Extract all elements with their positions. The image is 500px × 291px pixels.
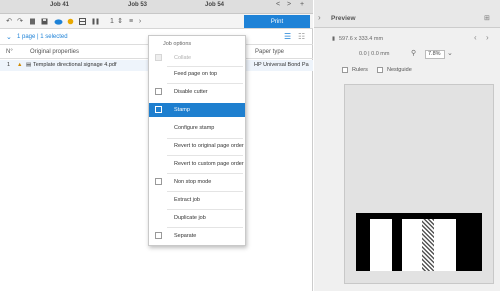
job-paper-type: HP Universal Bond Pa — [254, 62, 309, 68]
menu-item-disable-cutter[interactable]: Disable cutter — [149, 85, 245, 99]
preview-white-panel — [434, 219, 456, 271]
copies-stepper-icon[interactable]: ⇕ — [117, 17, 123, 25]
menu-item-duplicate-job[interactable]: Duplicate job — [149, 211, 245, 225]
tab-job-54[interactable]: Job 54 — [205, 2, 224, 8]
menu-item-label: Configure stamp — [174, 125, 215, 131]
warning-icon: ▲ — [17, 62, 23, 68]
tab-prev-icon[interactable]: < — [276, 1, 280, 8]
menu-item-label: Revert to original page order — [174, 143, 244, 149]
menu-item-separate[interactable]: Separate — [149, 229, 245, 243]
menu-item-collate[interactable]: Collate — [149, 51, 245, 65]
preview-header: › Preview ⊞ — [314, 0, 500, 28]
menu-item-configure-stamp[interactable]: Configure stamp — [149, 121, 245, 135]
menu-item-label: Revert to custom page order — [174, 161, 244, 167]
menu-divider — [167, 191, 243, 192]
menu-item-label: Feed page on top — [174, 71, 218, 77]
tab-next-icon[interactable]: > — [287, 1, 291, 8]
cloud-icon[interactable] — [53, 17, 63, 25]
print-button[interactable]: Print — [244, 15, 310, 28]
menu-item-label: Extract job — [174, 197, 200, 203]
layout-icon[interactable] — [78, 17, 86, 25]
collapse-chevron-icon[interactable]: ⌄ — [6, 33, 12, 41]
menu-divider — [167, 173, 243, 174]
zoom-select[interactable]: 7.8% — [425, 50, 445, 59]
preview-canvas[interactable] — [344, 84, 494, 284]
menu-item-feed-page-on-top[interactable]: Feed page on top — [149, 67, 245, 81]
menu-item-label: Duplicate job — [174, 215, 206, 221]
checkbox-icon — [155, 54, 162, 61]
job-filename: Template directional signage 4.pdf — [33, 62, 117, 68]
undo-icon[interactable]: ↶ — [5, 17, 13, 25]
nesting-checkbox[interactable] — [377, 67, 383, 73]
rulers-checkbox[interactable] — [342, 67, 348, 73]
preview-hatched-gap — [422, 219, 434, 271]
checkbox-icon — [155, 232, 162, 239]
column-original-properties: Original properties — [30, 49, 80, 55]
menu-title: Job options — [163, 41, 192, 47]
list-view-icon[interactable]: ☰ — [284, 32, 291, 41]
menu-item-stamp[interactable]: Stamp — [149, 103, 245, 117]
checkbox-icon — [155, 106, 162, 113]
media-size-text: 597.6 x 333.4 mm — [339, 36, 384, 42]
add-file-icon[interactable] — [28, 17, 36, 25]
page-selection-text: 1 page | 1 selected — [17, 34, 68, 40]
menu-item-label: Disable cutter — [174, 89, 208, 95]
tab-job-41[interactable]: Job 41 — [50, 2, 69, 8]
menu-item-non-stop-mode[interactable]: Non stop mode — [149, 175, 245, 189]
list-icon[interactable]: ≡ — [127, 17, 135, 25]
rulers-label: Rulers — [352, 67, 368, 73]
columns-icon[interactable] — [91, 17, 99, 25]
media-icon: ▮ — [332, 36, 336, 42]
job-tab-bar: Job 41 Job 53 Job 54 < > + — [0, 0, 313, 14]
preview-next-icon[interactable]: › — [486, 33, 489, 42]
grid-view-icon[interactable]: ☷ — [298, 32, 305, 41]
column-paper-type: Paper type — [255, 49, 285, 55]
preview-prev-icon[interactable]: ‹ — [474, 33, 477, 42]
menu-item-extract-job[interactable]: Extract job — [149, 193, 245, 207]
column-number: N° — [6, 49, 13, 55]
copies-value[interactable]: 1 — [108, 17, 116, 25]
job-options-menu: Job options Collate Feed page on top Dis… — [148, 35, 246, 246]
chevron-down-icon[interactable]: ⌄ — [447, 49, 453, 57]
menu-divider — [167, 209, 243, 210]
preview-white-panel — [402, 219, 422, 271]
preview-white-panel — [370, 219, 392, 271]
menu-item-label: Stamp — [174, 107, 190, 113]
row-index: 1 — [7, 62, 11, 68]
save-icon[interactable] — [40, 17, 48, 25]
page-preview — [356, 213, 482, 271]
zoom-icon[interactable]: ⚲ — [411, 49, 416, 57]
nesting-label: Nestguide — [387, 67, 412, 73]
document-icon: ▤ — [26, 62, 32, 68]
color-icon[interactable] — [66, 17, 74, 25]
menu-divider — [167, 155, 243, 156]
redo-icon[interactable]: ↷ — [16, 17, 24, 25]
menu-item-revert-original-order[interactable]: Revert to original page order — [149, 139, 245, 153]
add-tab-icon[interactable]: + — [300, 1, 304, 8]
checkbox-icon — [155, 178, 162, 185]
preview-panel: › Preview ⊞ ▮ 597.6 x 333.4 mm ‹ › 0.0 |… — [314, 0, 500, 291]
menu-item-label: Separate — [174, 233, 197, 239]
collapse-arrow-icon[interactable]: › — [318, 13, 321, 22]
app-window: Job 41 Job 53 Job 54 < > + ↶ ↷ 1 ⇕ ≡ › P… — [0, 0, 500, 291]
preview-title: Preview — [331, 15, 356, 22]
tab-job-53[interactable]: Job 53 — [128, 2, 147, 8]
menu-divider — [167, 83, 243, 84]
menu-divider — [167, 227, 243, 228]
menu-item-revert-custom-order[interactable]: Revert to custom page order — [149, 157, 245, 171]
preview-options-icon[interactable]: ⊞ — [484, 14, 490, 22]
more-arrow-icon[interactable]: › — [136, 17, 144, 25]
menu-item-label: Non stop mode — [174, 179, 212, 185]
scale-readout: 0.0 | 0.0 mm — [359, 51, 390, 57]
checkbox-icon — [155, 88, 162, 95]
menu-item-label: Collate — [174, 55, 192, 61]
